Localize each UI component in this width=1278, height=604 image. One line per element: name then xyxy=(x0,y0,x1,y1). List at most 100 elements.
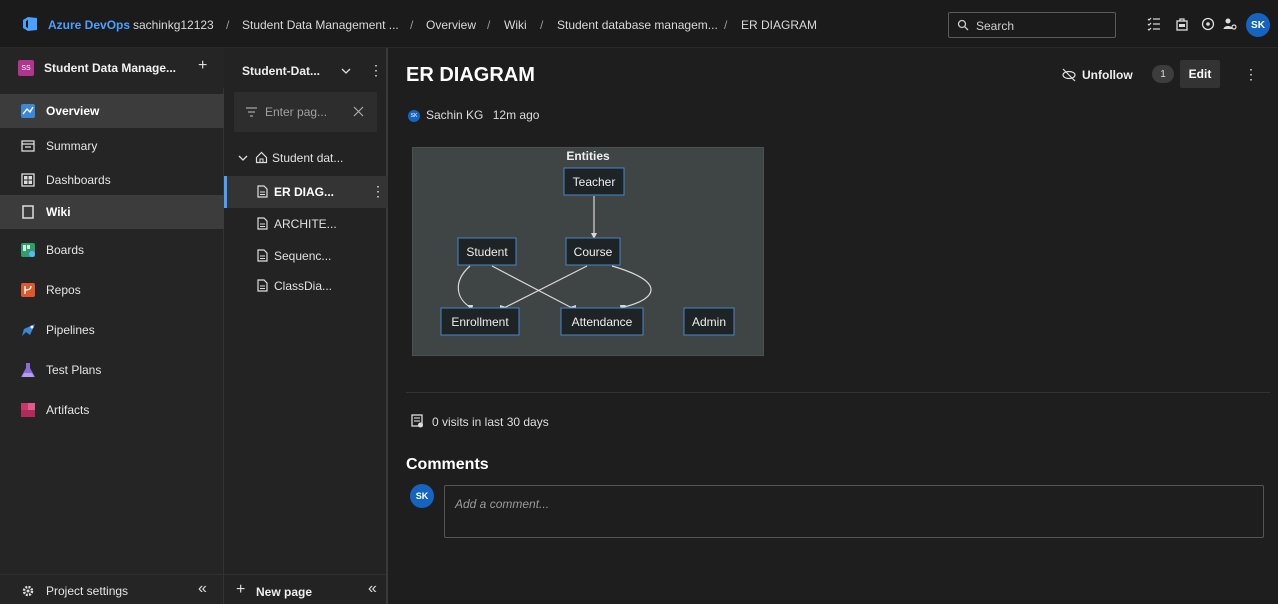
wiki-page-content: ER DIAGRAM Unfollow 1 Edit ⋮ SK Sachin K… xyxy=(390,48,1278,604)
dashboards-icon xyxy=(21,173,35,187)
node-label: Course xyxy=(574,245,613,259)
page-more-button[interactable]: ⋮ xyxy=(371,183,385,200)
nav-label-overview: Overview xyxy=(46,104,100,118)
boards-icon xyxy=(21,243,35,257)
wiki-selector[interactable]: Student-Dat... xyxy=(242,64,320,78)
page-more-button[interactable]: ⋮ xyxy=(1244,66,1258,83)
user-avatar[interactable]: SK xyxy=(1246,13,1270,37)
nav-item-overview[interactable]: Overview xyxy=(0,94,224,128)
node-attendance[interactable]: Attendance xyxy=(560,307,644,336)
brand-link[interactable]: Azure DevOps xyxy=(48,18,130,32)
page-icon xyxy=(257,249,268,262)
tree-label-root: Student dat... xyxy=(272,151,344,165)
user-settings-icon[interactable] xyxy=(1222,16,1238,32)
filter-icon xyxy=(246,107,257,117)
node-student[interactable]: Student xyxy=(457,237,517,266)
nav-item-test-plans[interactable]: Test Plans xyxy=(0,353,224,387)
nav-label-test-plans: Test Plans xyxy=(46,363,102,377)
breadcrumb-wiki-name[interactable]: Student database managem... xyxy=(557,18,718,32)
tree-label-page: Sequenc... xyxy=(274,249,332,263)
wiki-more-button[interactable]: ⋮ xyxy=(369,62,383,79)
node-label: Teacher xyxy=(573,175,616,189)
new-item-button[interactable]: + xyxy=(198,57,207,75)
overview-icon xyxy=(21,104,35,118)
nav-item-artifacts[interactable]: Artifacts xyxy=(0,393,224,427)
nav-item-dashboards[interactable]: Dashboards xyxy=(0,163,224,197)
tree-item-root[interactable]: Student dat... xyxy=(224,142,388,174)
breadcrumb-project[interactable]: Student Data Management ... xyxy=(242,18,399,32)
wiki-icon xyxy=(22,205,34,219)
nav-label-artifacts: Artifacts xyxy=(46,403,90,417)
project-avatar: SS xyxy=(18,60,34,76)
page-icon xyxy=(257,217,268,230)
top-bar: Azure DevOps sachinkg12123 / Student Dat… xyxy=(0,0,1278,48)
tree-item-page[interactable]: ARCHITE... xyxy=(224,208,388,240)
breadcrumb-overview[interactable]: Overview xyxy=(426,18,476,32)
chevron-down-icon[interactable] xyxy=(238,153,248,163)
collapse-tree-button[interactable]: « xyxy=(368,580,377,598)
chevron-down-icon[interactable] xyxy=(341,66,351,76)
filter-placeholder: Enter pag... xyxy=(265,105,328,119)
comment-input[interactable]: Add a comment... xyxy=(444,485,1264,538)
collapse-nav-button[interactable]: « xyxy=(198,580,207,598)
azure-devops-logo-icon[interactable] xyxy=(22,16,38,32)
nav-item-wiki[interactable]: Wiki xyxy=(0,195,224,229)
node-course[interactable]: Course xyxy=(565,237,621,266)
nav-item-repos[interactable]: Repos xyxy=(0,273,224,307)
nav-item-summary[interactable]: Summary xyxy=(0,129,224,163)
author-avatar: SK xyxy=(408,110,420,122)
page-title: ER DIAGRAM xyxy=(406,64,535,86)
er-diagram: Entities Teacher Student Course Enrollme… xyxy=(412,147,764,356)
node-admin[interactable]: Admin xyxy=(683,307,735,336)
search-input[interactable]: Search xyxy=(948,12,1116,38)
visits-count: 0 visits in last 30 days xyxy=(432,415,549,429)
node-teacher[interactable]: Teacher xyxy=(563,167,625,196)
tree-item-page[interactable]: ER DIAG... ⋮ xyxy=(224,176,388,208)
diagram-title: Entities xyxy=(566,149,610,163)
unfollow-button[interactable]: Unfollow xyxy=(1082,68,1133,82)
breadcrumb-page[interactable]: ER DIAGRAM xyxy=(741,18,817,32)
nav-label-summary: Summary xyxy=(46,139,98,153)
project-settings-label: Project settings xyxy=(46,584,129,598)
search-icon xyxy=(957,19,969,31)
tree-item-page[interactable]: ClassDia... xyxy=(224,270,388,302)
node-label: Student xyxy=(466,245,508,259)
nav-item-pipelines[interactable]: Pipelines xyxy=(0,313,224,347)
gear-icon xyxy=(22,585,34,597)
nav-item-boards[interactable]: Boards xyxy=(0,233,224,267)
breadcrumb-wiki[interactable]: Wiki xyxy=(504,18,527,32)
marketplace-icon[interactable] xyxy=(1174,16,1190,32)
plus-icon: + xyxy=(236,581,246,598)
page-icon xyxy=(257,185,268,198)
breadcrumb-separator: / xyxy=(724,18,728,32)
content-divider xyxy=(406,392,1270,393)
task-list-icon[interactable] xyxy=(1146,16,1162,32)
breadcrumb-separator: / xyxy=(410,18,414,32)
new-page-button[interactable]: + New page « xyxy=(224,574,386,604)
comments-heading: Comments xyxy=(406,456,489,473)
follower-count-badge: 1 xyxy=(1152,65,1174,83)
edited-time: 12m ago xyxy=(492,108,540,122)
edit-button[interactable]: Edit xyxy=(1180,60,1220,88)
breadcrumb-separator: / xyxy=(540,18,544,32)
help-icon[interactable] xyxy=(1200,16,1216,32)
node-label: Admin xyxy=(692,315,726,329)
comment-placeholder: Add a comment... xyxy=(455,497,550,511)
pipelines-icon xyxy=(22,324,35,336)
tree-item-page[interactable]: Sequenc... xyxy=(224,240,388,272)
unfollow-icon[interactable] xyxy=(1062,68,1076,82)
page-icon xyxy=(257,279,268,292)
project-header[interactable]: SS Student Data Manage... + xyxy=(0,48,224,88)
artifacts-icon xyxy=(21,403,35,417)
node-enrollment[interactable]: Enrollment xyxy=(440,307,520,336)
close-icon[interactable] xyxy=(353,106,364,117)
project-settings-row[interactable]: Project settings « xyxy=(0,574,224,604)
nav-label-repos: Repos xyxy=(46,283,81,297)
nav-label-boards: Boards xyxy=(46,243,85,257)
home-icon xyxy=(255,151,268,164)
breadcrumb-org[interactable]: sachinkg12123 xyxy=(133,18,214,32)
summary-icon xyxy=(21,140,35,152)
visits-icon xyxy=(411,414,423,428)
page-filter-input[interactable]: Enter pag... xyxy=(234,92,377,132)
project-name[interactable]: Student Data Manage... xyxy=(44,61,176,75)
